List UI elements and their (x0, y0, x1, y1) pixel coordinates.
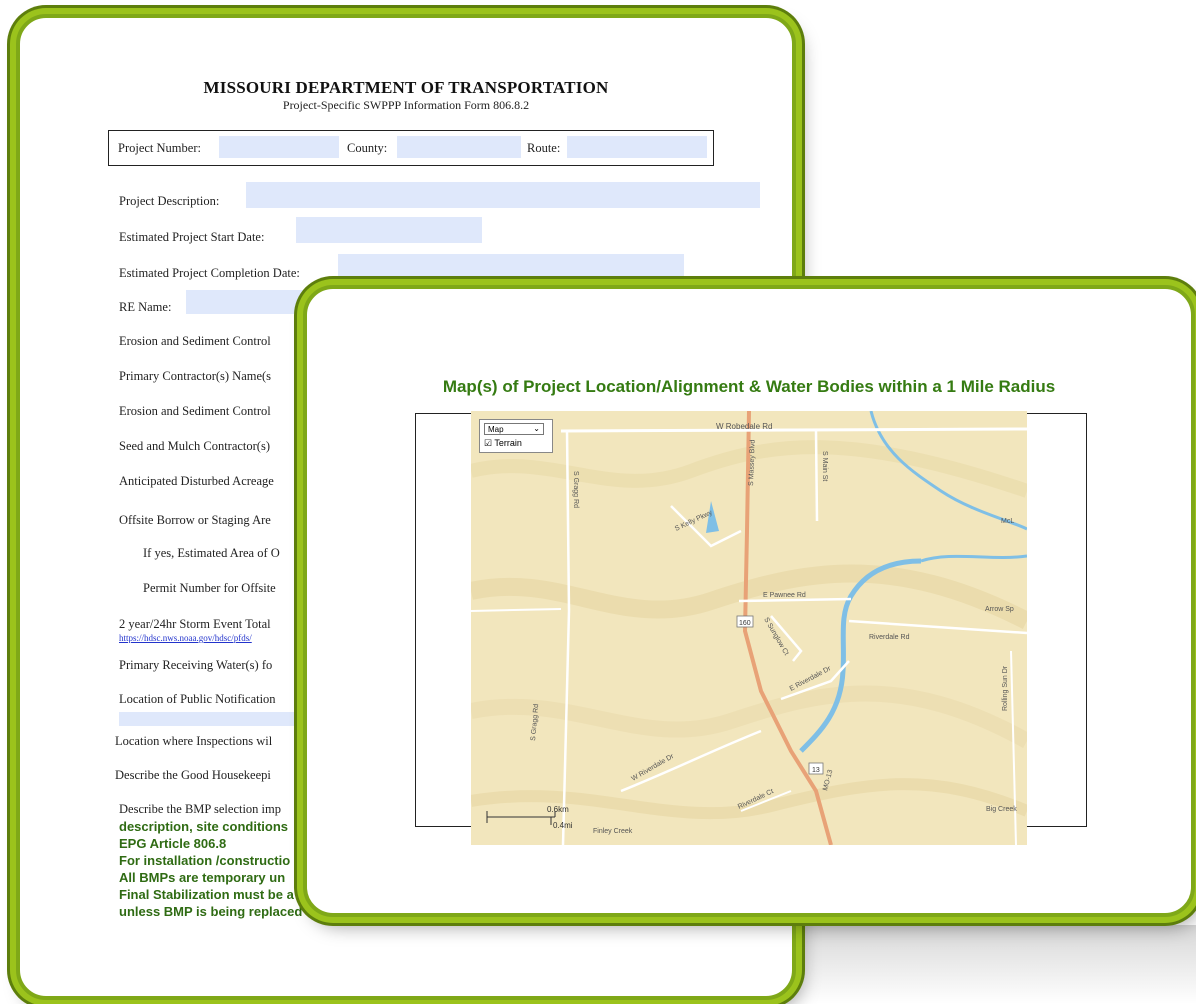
re-name-label: RE Name: (119, 300, 172, 314)
map-scale-bar: 0.6km 0.4mi (485, 805, 573, 831)
map-slide: Map(s) of Project Location/Alignment & W… (303, 285, 1195, 917)
project-description-label: Project Description: (119, 194, 220, 208)
county-field[interactable] (397, 136, 521, 158)
map-label-e-pawnee: E Pawnee Rd (763, 592, 806, 599)
map-label-s-gragg: S Gragg Rd (572, 471, 579, 508)
receiving-water-label: Primary Receiving Water(s) fo (119, 658, 273, 672)
terrain-label: Terrain (494, 438, 522, 448)
storm-event-label: 2 year/24hr Storm Event Total (119, 617, 271, 631)
map-label-mcl: McL (1001, 518, 1014, 525)
offsite-permit-label: Permit Number for Offsite (143, 581, 276, 595)
map-slide-title: Map(s) of Project Location/Alignment & W… (442, 377, 1056, 396)
document-subtitle: Project-Specific SWPPP Information Form … (282, 98, 530, 112)
noaa-link[interactable]: https://hdsc.nws.noaa.gov/hdsc/pfds/ (119, 633, 252, 643)
map-label-hwy160: 160 (739, 620, 751, 627)
chevron-down-icon: ⌄ (533, 424, 540, 433)
seed-mulch-label: Seed and Mulch Contractor(s) (119, 439, 271, 453)
document-title: MISSOURI DEPARTMENT OF TRANSPORTATION (203, 78, 609, 97)
map-type-selected: Map (488, 425, 504, 434)
re-name-field[interactable] (186, 290, 306, 314)
completion-date-label: Estimated Project Completion Date: (119, 266, 300, 280)
map-type-select[interactable]: Map ⌄ (484, 423, 544, 435)
route-field[interactable] (567, 136, 707, 158)
map-label-rolling-sun: Rolling Sun Dr (1002, 665, 1009, 711)
map-canvas: W Robedale Rd S Gragg Rd S Massey Blvd S… (469, 410, 1032, 846)
esc-label-1: Erosion and Sediment Control (119, 334, 271, 348)
note-description: description, site conditions (119, 819, 289, 834)
completion-date-field[interactable] (338, 254, 684, 280)
project-description-field[interactable] (246, 182, 760, 208)
disturbed-acreage-label: Anticipated Disturbed Acreage (119, 474, 274, 488)
project-header-box: Project Number: County: Route: (108, 130, 714, 166)
public-notification-field[interactable] (119, 712, 309, 726)
route-label: Route: (527, 141, 561, 155)
map-label-arrow-sp: Arrow Sp (985, 606, 1014, 613)
county-label: County: (347, 141, 388, 155)
checkbox-icon: ☑ (484, 438, 493, 448)
bmp-selection-label: Describe the BMP selection imp (119, 802, 282, 816)
map-label-hwy13: 13 (812, 767, 820, 774)
project-location-map[interactable]: W Robedale Rd S Gragg Rd S Massey Blvd S… (469, 410, 1032, 846)
project-number-field[interactable] (219, 136, 339, 158)
note-epg-article: EPG Article 806.8 (119, 836, 227, 851)
housekeeping-label: Describe the Good Housekeepi (115, 768, 271, 782)
scale-mi: 0.4mi (553, 821, 573, 830)
map-label-big-creek: Big Creek (986, 806, 1017, 813)
map-label-s-main: S Main St (821, 451, 828, 481)
map-label-finley-creek: Finley Creek (593, 828, 633, 835)
note-temporary: All BMPs are temporary un (119, 870, 286, 885)
public-notification-label: Location of Public Notification (119, 692, 276, 706)
primary-contractor-label: Primary Contractor(s) Name(s (119, 369, 272, 383)
inspections-location-label: Location where Inspections wil (115, 734, 273, 748)
offsite-area-label: If yes, Estimated Area of O (143, 546, 280, 560)
note-installation: For installation /constructio (119, 853, 291, 868)
start-date-field[interactable] (296, 217, 482, 243)
offsite-borrow-label: Offsite Borrow or Staging Are (119, 513, 271, 527)
start-date-label: Estimated Project Start Date: (119, 230, 265, 244)
map-label-w-robedale: W Robedale Rd (716, 422, 772, 431)
project-number-label: Project Number: (118, 141, 201, 155)
note-final-stabilization: Final Stabilization must be a (119, 887, 294, 902)
scale-km: 0.6km (547, 805, 569, 814)
esc-label-2: Erosion and Sediment Control (119, 404, 271, 418)
terrain-toggle[interactable]: ☑ Terrain (484, 438, 522, 449)
map-type-control: Map ⌄ ☑ Terrain (479, 419, 553, 453)
map-label-riverdale: Riverdale Rd (869, 634, 910, 641)
